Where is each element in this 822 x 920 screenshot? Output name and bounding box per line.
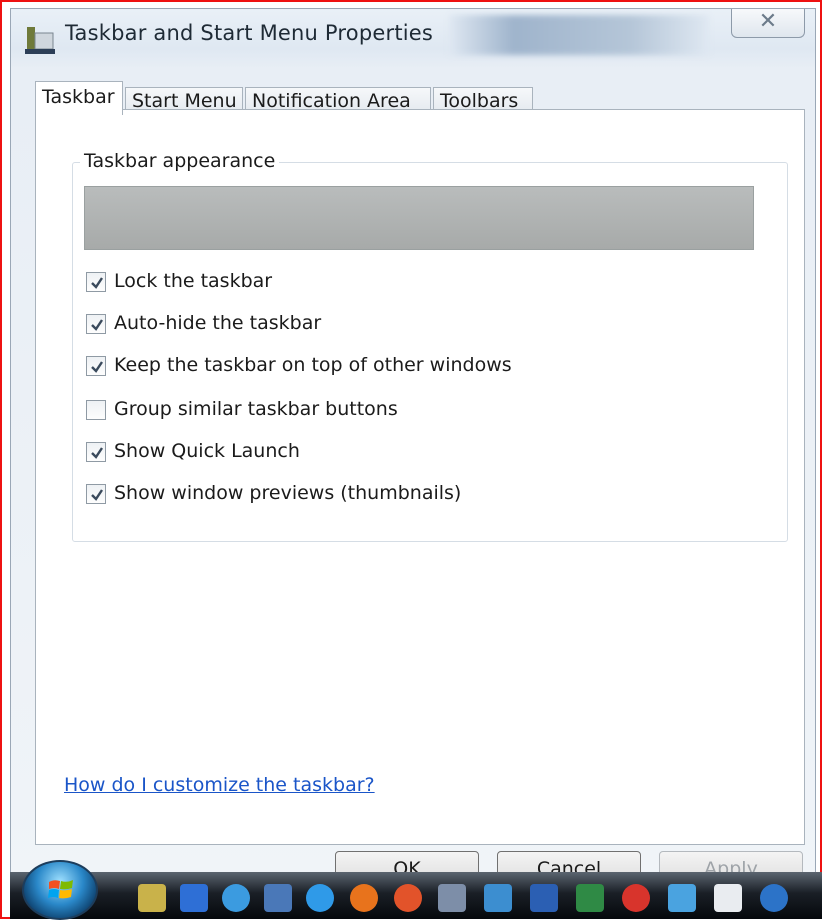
close-icon: ✕ xyxy=(758,9,778,34)
lock-taskbar-label: Lock the taskbar xyxy=(114,270,273,292)
quick-launch-checkbox[interactable] xyxy=(86,442,106,462)
checkmark-icon xyxy=(91,447,103,459)
help-link[interactable]: How do I customize the taskbar? xyxy=(64,774,375,796)
computer-icon[interactable] xyxy=(180,884,208,912)
printer-icon[interactable] xyxy=(438,884,466,912)
window-previews-label: Show window previews (thumbnails) xyxy=(114,482,462,504)
keep-on-top-checkbox[interactable] xyxy=(86,356,106,376)
auto-hide-label: Auto-hide the taskbar xyxy=(114,312,322,334)
taskbar-preview-image xyxy=(84,186,754,250)
title-bar[interactable]: Taskbar and Start Menu Properties ✕ xyxy=(11,9,815,65)
opera-icon[interactable] xyxy=(622,884,650,912)
windows-logo-icon xyxy=(48,880,73,899)
start-button[interactable] xyxy=(22,860,98,920)
close-button[interactable]: ✕ xyxy=(731,9,805,38)
tab-taskbar[interactable]: Taskbar xyxy=(35,81,123,115)
tab-content-panel: Taskbar appearance Lock the taskbar Auto… xyxy=(35,109,805,845)
lock-taskbar-checkbox[interactable] xyxy=(86,272,106,292)
word-icon[interactable] xyxy=(530,884,558,912)
group-buttons-checkbox[interactable] xyxy=(86,400,106,420)
media-icon[interactable] xyxy=(394,884,422,912)
checkmark-icon xyxy=(91,361,103,373)
window-switcher-icon[interactable] xyxy=(264,884,292,912)
sync-icon[interactable] xyxy=(760,884,788,912)
firefox-icon[interactable] xyxy=(350,884,378,912)
keep-on-top-label: Keep the taskbar on top of other windows xyxy=(114,354,512,376)
globe-icon[interactable] xyxy=(222,884,250,912)
checkmark-icon xyxy=(91,489,103,501)
quick-launch-label: Show Quick Launch xyxy=(114,440,300,462)
window-previews-checkbox[interactable] xyxy=(86,484,106,504)
excel-icon[interactable] xyxy=(576,884,604,912)
taskbar-appearance-legend: Taskbar appearance xyxy=(80,150,280,172)
taskbar-properties-icon xyxy=(25,27,55,54)
title-bar-glass xyxy=(449,15,709,55)
calculator-icon[interactable] xyxy=(484,884,512,912)
document-icon[interactable] xyxy=(714,884,742,912)
group-buttons-label: Group similar taskbar buttons xyxy=(114,398,398,420)
explorer-folder-icon[interactable] xyxy=(138,884,166,912)
properties-dialog: Taskbar and Start Menu Properties ✕ Task… xyxy=(10,8,816,913)
checkmark-icon xyxy=(91,277,103,289)
auto-hide-checkbox[interactable] xyxy=(86,314,106,334)
internet-explorer-icon[interactable] xyxy=(306,884,334,912)
network-icon[interactable] xyxy=(668,884,696,912)
checkmark-icon xyxy=(91,319,103,331)
window-title: Taskbar and Start Menu Properties xyxy=(65,21,434,45)
